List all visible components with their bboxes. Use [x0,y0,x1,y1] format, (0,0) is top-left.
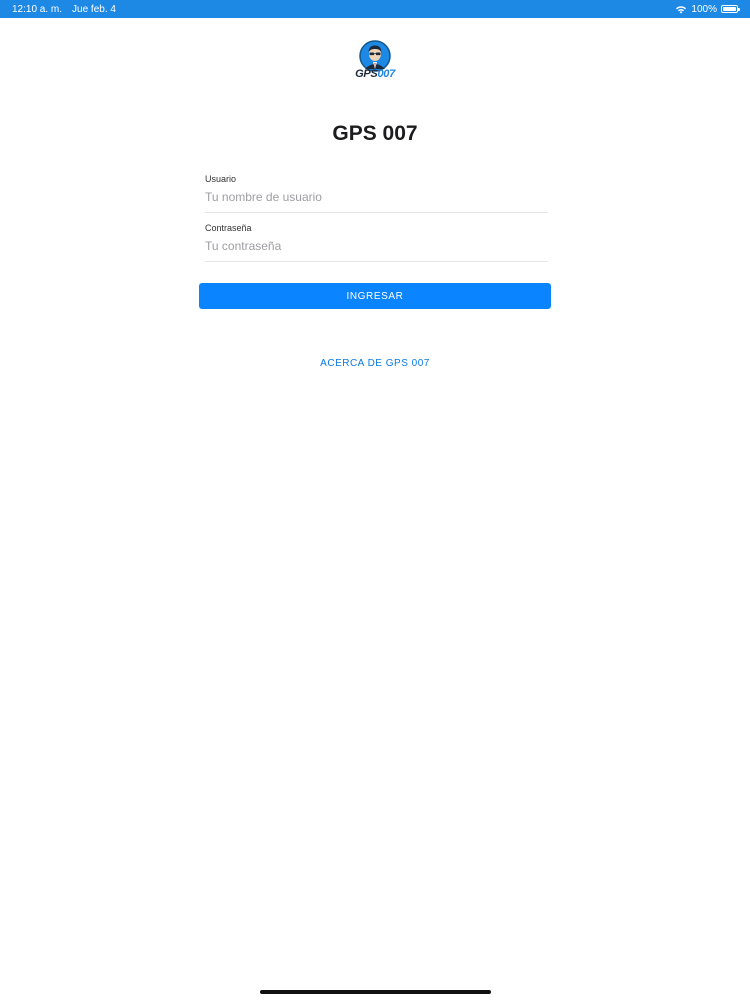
status-time: 12:10 a. m. [12,3,63,15]
password-input[interactable] [205,238,548,254]
wifi-icon [676,5,687,13]
username-label: Usuario [205,174,237,184]
username-field-group: Usuario [205,174,548,213]
app-logo: GPS007 [355,40,395,92]
password-underline [205,261,548,262]
battery-fill [723,7,736,11]
status-left: 12:10 a. m. Jue feb. 4 [12,4,116,15]
battery-icon [721,5,740,13]
status-date: Jue feb. 4 [72,3,116,15]
battery-percent: 100% [691,3,717,15]
about-link[interactable]: ACERCA DE GPS 007 [0,358,750,369]
status-right: 100% [675,3,740,15]
logo-wordmark: GPS007 [355,68,395,80]
login-button[interactable]: INGRESAR [199,283,551,309]
status-bar: 12:10 a. m. Jue feb. 4 100% [0,0,750,18]
logo-wordmark-gps: GPS [355,68,378,80]
page-title: GPS 007 [332,122,418,145]
username-underline [205,212,548,213]
password-label: Contraseña [205,223,252,233]
home-indicator[interactable] [260,990,491,994]
logo-wordmark-number: 007 [377,68,395,80]
username-input[interactable] [205,189,548,205]
password-field-group: Contraseña [205,223,548,262]
